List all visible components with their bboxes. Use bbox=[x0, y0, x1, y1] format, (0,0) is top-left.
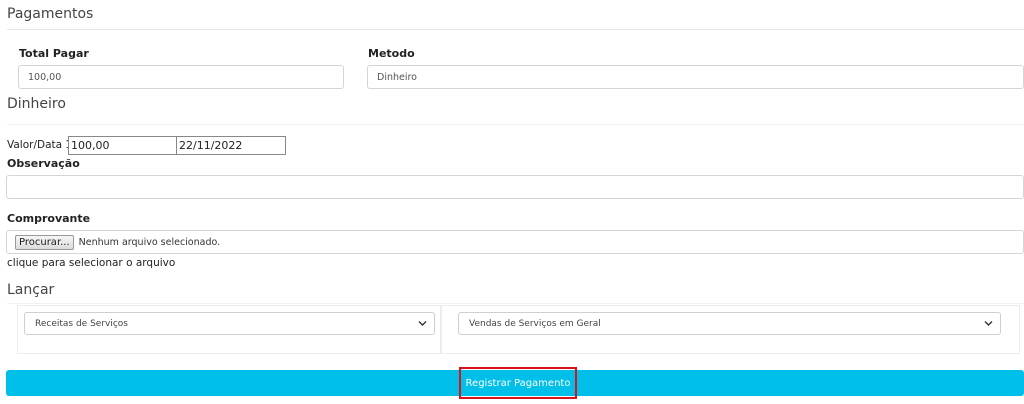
browse-button[interactable]: Procurar... bbox=[15, 234, 74, 250]
data-value: 22/11/2022 bbox=[179, 139, 243, 152]
chevron-down-icon bbox=[984, 321, 993, 326]
valor-data-label: Valor/Data 1: bbox=[7, 139, 76, 151]
divider bbox=[7, 29, 1024, 30]
categoria-select-value: Vendas de Serviços em Geral bbox=[469, 318, 601, 329]
divider bbox=[7, 124, 1024, 125]
file-status: Nenhum arquivo selecionado. bbox=[78, 236, 221, 248]
lancar-title: Lançar bbox=[7, 282, 55, 298]
total-pagar-input[interactable]: 100,00 bbox=[18, 65, 344, 89]
valor-input[interactable]: 100,00 bbox=[68, 136, 177, 155]
dinheiro-title: Dinheiro bbox=[7, 96, 66, 112]
total-pagar-label: Total Pagar bbox=[19, 47, 89, 60]
receita-select[interactable]: Receitas de Serviços bbox=[24, 312, 435, 335]
registrar-pagamento-label: Registrar Pagamento bbox=[465, 377, 571, 389]
receita-select-value: Receitas de Serviços bbox=[35, 318, 128, 329]
chevron-down-icon bbox=[418, 321, 427, 326]
total-pagar-value: 100,00 bbox=[28, 71, 62, 83]
comprovante-label: Comprovante bbox=[7, 212, 91, 225]
comprovante-hint: clique para selecionar o arquivo bbox=[7, 257, 176, 269]
valor-value: 100,00 bbox=[71, 139, 110, 152]
categoria-select[interactable]: Vendas de Serviços em Geral bbox=[458, 312, 1001, 335]
observacao-input[interactable] bbox=[6, 175, 1024, 199]
page-title: Pagamentos bbox=[7, 6, 94, 22]
metodo-value: Dinheiro bbox=[377, 71, 417, 83]
divider bbox=[7, 303, 1024, 304]
comprovante-file-input: Procurar... Nenhum arquivo selecionado. bbox=[6, 230, 1024, 254]
metodo-input[interactable]: Dinheiro bbox=[367, 65, 1024, 89]
metodo-label: Metodo bbox=[368, 47, 415, 60]
observacao-label: Observação bbox=[7, 157, 80, 170]
data-input[interactable]: 22/11/2022 bbox=[176, 136, 286, 155]
